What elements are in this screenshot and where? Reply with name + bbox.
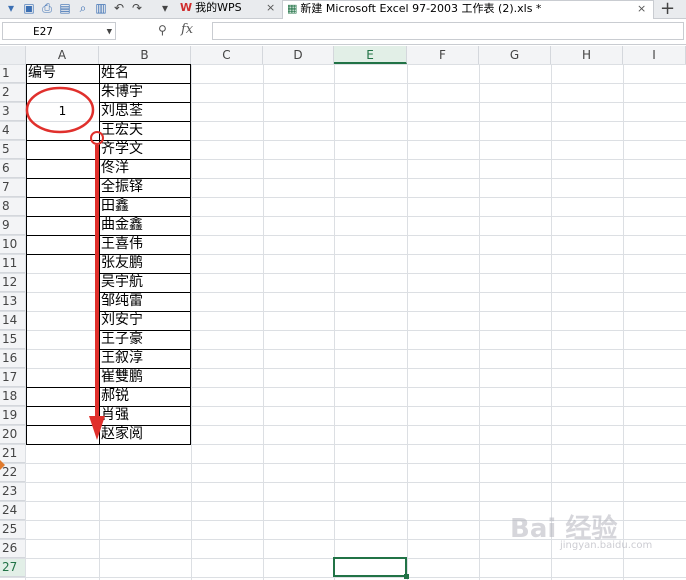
tab-file-label: 新建 Microsoft Excel 97-2003 工作表 (2).xls * xyxy=(300,2,542,15)
row-header[interactable]: 13 xyxy=(0,292,25,311)
formula-input[interactable] xyxy=(212,22,684,40)
tab-wps-label: 我的WPS xyxy=(195,1,242,14)
close-icon[interactable]: × xyxy=(637,1,646,17)
tab-file[interactable]: ▦ 新建 Microsoft Excel 97-2003 工作表 (2).xls … xyxy=(282,0,654,19)
redo-icon[interactable]: ↷ xyxy=(130,1,144,15)
row-header[interactable]: 1 xyxy=(0,64,25,83)
selected-cell-e27[interactable] xyxy=(333,557,409,579)
cell-b11[interactable]: 张友鹏 xyxy=(99,254,191,273)
open-icon[interactable]: ▥ xyxy=(94,1,108,15)
column-header-f[interactable]: F xyxy=(407,46,479,64)
cell-b20[interactable]: 赵家阅 xyxy=(99,425,191,444)
column-header-e[interactable]: E xyxy=(334,46,407,64)
name-box-value: E27 xyxy=(33,25,53,38)
tab-wps[interactable]: W 我的WPS × xyxy=(180,0,280,18)
undo-icon[interactable]: ↶ xyxy=(112,1,126,15)
cell-b6[interactable]: 佟洋 xyxy=(99,159,191,178)
fill-handle[interactable] xyxy=(404,574,409,579)
fx-icon[interactable]: fx xyxy=(181,22,193,37)
cell-b9[interactable]: 曲金鑫 xyxy=(99,216,191,235)
close-icon[interactable]: × xyxy=(266,0,275,16)
cell-b1[interactable]: 姓名 xyxy=(99,64,191,83)
cell-b4[interactable]: 王宏天 xyxy=(99,121,191,140)
row-header[interactable]: 5 xyxy=(0,140,25,159)
column-header-a[interactable]: A xyxy=(26,46,99,64)
row-header[interactable]: 4 xyxy=(0,121,25,140)
wps-logo-icon: W xyxy=(180,1,193,14)
row-header[interactable]: 27 xyxy=(0,558,25,577)
new-tab-icon[interactable]: + xyxy=(660,0,675,19)
row-header[interactable]: 16 xyxy=(0,349,25,368)
column-header-g[interactable]: G xyxy=(479,46,551,64)
row-header[interactable]: 10 xyxy=(0,235,25,254)
cell-b5[interactable]: 齐学文 xyxy=(99,140,191,159)
row-header[interactable]: 9 xyxy=(0,216,25,235)
cell-b17[interactable]: 崔雙鹏 xyxy=(99,368,191,387)
column-headers: A B C D E F G H I xyxy=(0,46,686,65)
cell-b10[interactable]: 王喜伟 xyxy=(99,235,191,254)
row-header[interactable]: 24 xyxy=(0,501,25,520)
cell-b14[interactable]: 刘安宁 xyxy=(99,311,191,330)
row-header[interactable]: 7 xyxy=(0,178,25,197)
column-header-d[interactable]: D xyxy=(263,46,334,64)
cell-b8[interactable]: 田鑫 xyxy=(99,197,191,216)
row-header[interactable]: 2 xyxy=(0,83,25,102)
print-icon[interactable]: ⎙ xyxy=(40,1,54,15)
export-pdf-icon[interactable]: ▤ xyxy=(58,1,72,15)
row-header[interactable]: 12 xyxy=(0,273,25,292)
menu-icon[interactable]: ▾ xyxy=(4,1,18,15)
select-all-corner[interactable] xyxy=(0,46,26,64)
row-header[interactable]: 14 xyxy=(0,311,25,330)
formula-bar: E27 ▼ ⚲ fx xyxy=(0,19,686,45)
cell-b12[interactable]: 吴宇航 xyxy=(99,273,191,292)
row-header[interactable]: 15 xyxy=(0,330,25,349)
cell-b3[interactable]: 刘思荃 xyxy=(99,102,191,121)
cell-a1[interactable]: 编号 xyxy=(26,64,99,83)
row-header[interactable]: 8 xyxy=(0,197,25,216)
row-header[interactable]: 20 xyxy=(0,425,25,444)
row-header[interactable]: 21 xyxy=(0,444,25,463)
cell-a3[interactable]: 1 xyxy=(26,102,99,121)
cell-b15[interactable]: 王子豪 xyxy=(99,330,191,349)
cell-b18[interactable]: 郝锐 xyxy=(99,387,191,406)
row-header[interactable]: 22 xyxy=(0,463,25,482)
print-preview-icon[interactable]: ⌕ xyxy=(76,1,90,15)
chevron-down-icon[interactable]: ▼ xyxy=(107,23,112,41)
row-header[interactable]: 11 xyxy=(0,254,25,273)
save-icon[interactable]: ▣ xyxy=(22,1,36,15)
row-header[interactable]: 3 xyxy=(0,102,25,121)
name-box[interactable]: E27 ▼ xyxy=(2,22,116,40)
cell-b16[interactable]: 王叙淳 xyxy=(99,349,191,368)
title-bar: ▾ ▣ ⎙ ▤ ⌕ ▥ ↶ ↷ ▾ W 我的WPS × ▦ 新建 Microsoft… xyxy=(0,0,686,19)
row-header[interactable]: 25 xyxy=(0,520,25,539)
row-header[interactable]: 6 xyxy=(0,159,25,178)
row-header[interactable]: 17 xyxy=(0,368,25,387)
cell-b7[interactable]: 全振铎 xyxy=(99,178,191,197)
excel-file-icon: ▦ xyxy=(287,2,298,15)
column-header-b[interactable]: B xyxy=(99,46,191,64)
row-header[interactable]: 26 xyxy=(0,539,25,558)
column-header-h[interactable]: H xyxy=(551,46,623,64)
column-header-i[interactable]: I xyxy=(623,46,686,64)
column-header-c[interactable]: C xyxy=(191,46,263,64)
watermark-url: jingyan.baidu.com xyxy=(560,540,653,551)
row-header[interactable]: 19 xyxy=(0,406,25,425)
cell-b13[interactable]: 邹纯雷 xyxy=(99,292,191,311)
cell-b2[interactable]: 朱博宇 xyxy=(99,83,191,102)
row-header[interactable]: 18 xyxy=(0,387,25,406)
more-dropdown-icon[interactable]: ▾ xyxy=(158,1,172,15)
zoom-icon[interactable]: ⚲ xyxy=(158,23,167,37)
row-header[interactable]: 23 xyxy=(0,482,25,501)
cell-b19[interactable]: 肖强 xyxy=(99,406,191,425)
